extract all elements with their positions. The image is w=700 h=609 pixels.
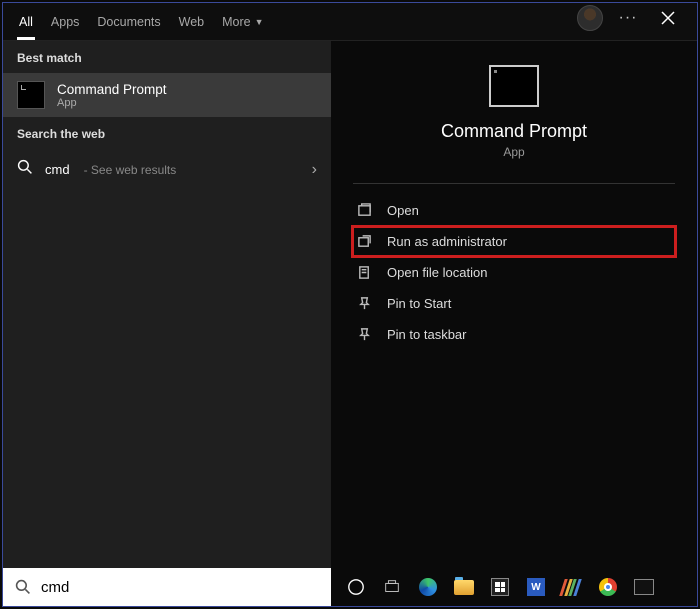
- chrome-icon: [599, 578, 617, 596]
- taskbar-cortana[interactable]: [345, 576, 367, 598]
- action-open-file-location[interactable]: Open file location: [353, 258, 675, 287]
- taskbar-task-view[interactable]: [381, 576, 403, 598]
- terminal-icon: [634, 579, 654, 595]
- command-prompt-icon: [17, 81, 45, 109]
- header-actions: ···: [577, 3, 693, 33]
- edge-icon: [419, 578, 437, 596]
- action-open[interactable]: Open: [353, 196, 675, 225]
- close-icon: [661, 11, 675, 25]
- action-label: Open: [387, 203, 419, 218]
- pin-icon: [355, 296, 373, 311]
- result-command-prompt[interactable]: Command Prompt App: [3, 73, 331, 117]
- taskbar-terminal[interactable]: [633, 576, 655, 598]
- best-match-label: Best match: [3, 41, 331, 73]
- filter-tabs: All Apps Documents Web More ▼: [19, 3, 577, 40]
- taskbar-chrome[interactable]: [597, 576, 619, 598]
- search-web-label: Search the web: [3, 117, 331, 149]
- search-input[interactable]: [41, 579, 319, 596]
- divider: [353, 183, 675, 184]
- body: Best match Command Prompt App Search the…: [3, 41, 697, 568]
- tab-documents[interactable]: Documents: [97, 3, 160, 40]
- actions-list: Open Run as administrator Open file loca…: [331, 188, 697, 357]
- pin-icon: [355, 327, 373, 342]
- command-prompt-icon: [489, 65, 539, 107]
- search-icon: [17, 159, 33, 180]
- tab-web[interactable]: Web: [179, 3, 204, 40]
- action-label: Pin to Start: [387, 296, 451, 311]
- bottom-bar: W: [3, 568, 697, 606]
- preview-pane: Command Prompt App Open Run as administr…: [331, 41, 697, 568]
- tab-label: All: [19, 15, 33, 29]
- stripes-icon: [559, 579, 585, 596]
- user-avatar[interactable]: [577, 5, 603, 31]
- taskbar-app-stripes[interactable]: [561, 576, 583, 598]
- web-suffix: - See web results: [84, 163, 177, 177]
- web-query: cmd: [45, 162, 70, 177]
- preview-header: Command Prompt App: [331, 41, 697, 171]
- folder-icon: [454, 580, 474, 595]
- tab-label: Web: [179, 15, 204, 29]
- action-pin-to-start[interactable]: Pin to Start: [353, 289, 675, 318]
- web-result[interactable]: cmd - See web results ›: [3, 149, 331, 190]
- store-icon: [491, 578, 509, 596]
- more-options-button[interactable]: ···: [613, 3, 643, 33]
- task-view-icon: [383, 578, 401, 596]
- header: All Apps Documents Web More ▼ ···: [3, 3, 697, 41]
- taskbar-file-explorer[interactable]: [453, 576, 475, 598]
- taskbar-edge[interactable]: [417, 576, 439, 598]
- action-pin-to-taskbar[interactable]: Pin to taskbar: [353, 320, 675, 349]
- action-run-as-administrator[interactable]: Run as administrator: [353, 227, 675, 256]
- action-label: Open file location: [387, 265, 487, 280]
- cortana-icon: [347, 578, 365, 596]
- chevron-down-icon: ▼: [255, 17, 264, 27]
- result-subtitle: App: [57, 97, 167, 109]
- search-window: All Apps Documents Web More ▼ ··· Best ma…: [2, 2, 698, 607]
- tab-all[interactable]: All: [19, 3, 33, 40]
- tab-label: Apps: [51, 15, 80, 29]
- search-box[interactable]: [3, 568, 331, 606]
- action-label: Pin to taskbar: [387, 327, 467, 342]
- taskbar-word[interactable]: W: [525, 576, 547, 598]
- action-label: Run as administrator: [387, 234, 507, 249]
- admin-icon: [355, 234, 373, 249]
- folder-icon: [355, 265, 373, 280]
- word-icon: W: [527, 578, 545, 596]
- chevron-right-icon: ›: [312, 161, 317, 179]
- taskbar-store[interactable]: [489, 576, 511, 598]
- tab-label: Documents: [97, 15, 160, 29]
- taskbar: W: [331, 576, 697, 598]
- preview-subtitle: App: [503, 145, 524, 159]
- tab-apps[interactable]: Apps: [51, 3, 80, 40]
- result-title: Command Prompt: [57, 82, 167, 97]
- results-pane: Best match Command Prompt App Search the…: [3, 41, 331, 568]
- preview-title: Command Prompt: [441, 121, 587, 142]
- tab-label: More: [222, 15, 250, 29]
- result-text: Command Prompt App: [57, 82, 167, 109]
- tab-more[interactable]: More ▼: [222, 3, 263, 40]
- close-button[interactable]: [653, 3, 683, 33]
- open-icon: [355, 203, 373, 218]
- search-icon: [15, 579, 31, 595]
